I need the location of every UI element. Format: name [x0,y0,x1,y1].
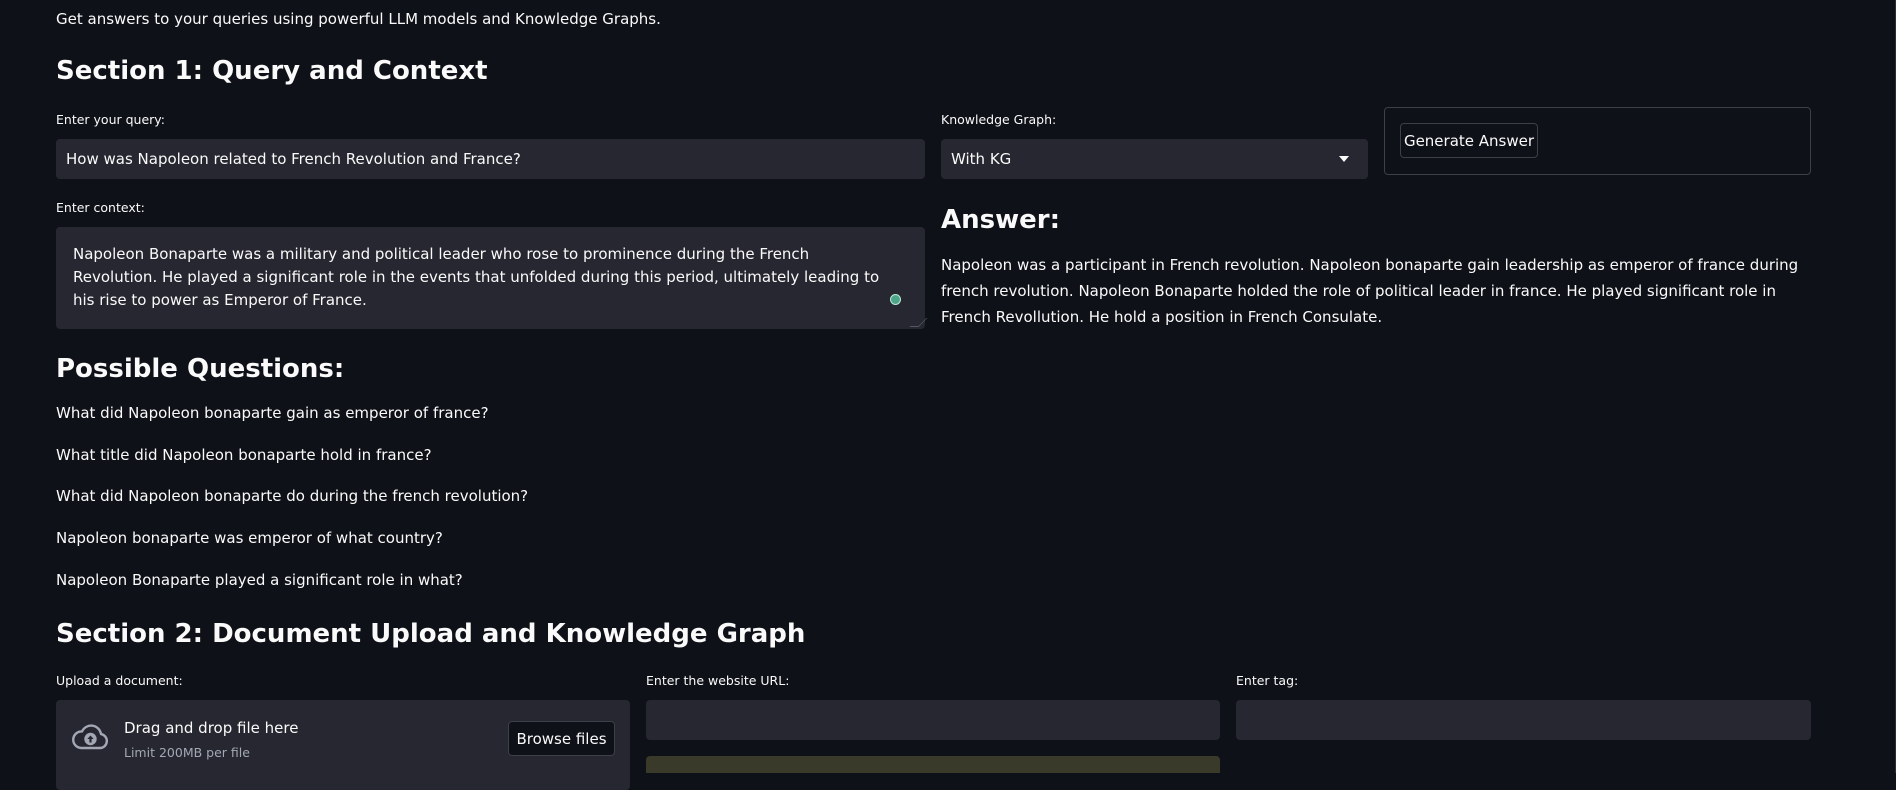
tag-label: Enter tag: [1236,673,1299,688]
question-item: What did Napoleon bonaparte gain as empe… [56,404,489,422]
browse-files-button[interactable]: Browse files [508,721,615,756]
kg-select[interactable]: With KG [941,139,1368,179]
url-label: Enter the website URL: [646,673,790,688]
context-label: Enter context: [56,200,145,215]
possible-questions-title: Possible Questions: [56,354,345,384]
question-item: What title did Napoleon bonaparte hold i… [56,446,432,464]
url-input[interactable] [646,700,1220,740]
question-item: Napoleon bonaparte was emperor of what c… [56,529,443,547]
app-subtitle: Get answers to your queries using powerf… [56,10,661,28]
answer-text: Napoleon was a participant in French rev… [941,256,1799,326]
query-input[interactable]: How was Napoleon related to French Revol… [56,139,925,179]
kg-select-value: With KG [951,150,1012,168]
generate-answer-button[interactable]: Generate Answer [1400,123,1538,158]
file-dropzone[interactable]: Drag and drop file here Limit 200MB per … [56,700,630,790]
dropzone-limit: Limit 200MB per file [124,745,250,760]
url-submit-button[interactable] [646,756,1220,773]
question-item: Napoleon Bonaparte played a significant … [56,571,463,589]
upload-label: Upload a document: [56,673,183,688]
section2-title: Section 2: Document Upload and Knowledge… [56,619,806,649]
query-label: Enter your query: [56,112,165,127]
context-textarea[interactable]: Napoleon Bonaparte was a military and po… [56,227,928,329]
section1-title: Section 1: Query and Context [56,56,488,86]
resize-handle-icon[interactable] [909,318,928,327]
browse-files-label: Browse files [516,729,607,748]
answer-title: Answer: [941,205,1060,235]
dropzone-title: Drag and drop file here [124,719,299,737]
generate-answer-label: Generate Answer [1403,131,1535,150]
context-textarea-value: Napoleon Bonaparte was a military and po… [73,245,880,309]
chevron-down-icon [1339,156,1349,162]
cloud-upload-icon [72,724,109,750]
query-input-value: How was Napoleon related to French Revol… [66,150,521,168]
question-item: What did Napoleon bonaparte do during th… [56,487,529,505]
tag-input[interactable] [1236,700,1811,740]
kg-label: Knowledge Graph: [941,112,1057,127]
status-dot-icon [890,294,901,305]
